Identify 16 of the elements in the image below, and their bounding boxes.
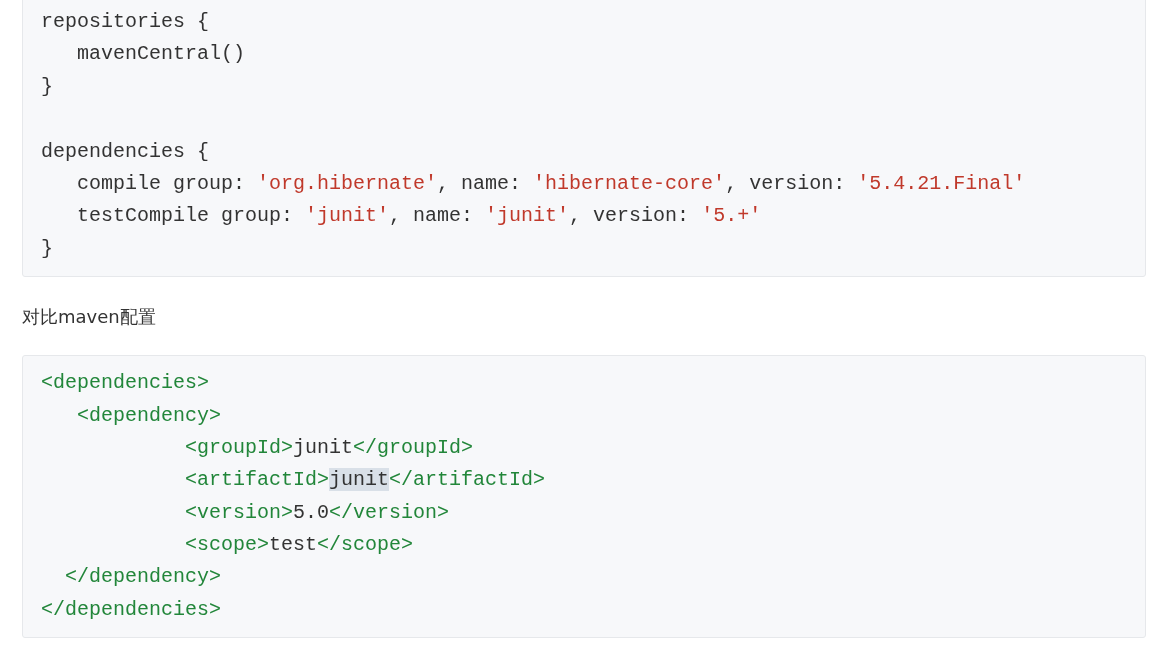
code-line: <artifactId>junit</artifactId> [184,467,546,494]
code-line: compile group: 'org.hibernate', name: 'hibernate-core', version: '5.4.21.Final' [76,170,1026,197]
code-line: mavenCentral() [76,41,246,68]
code-line: <groupId>junit</groupId> [184,434,474,461]
code-line: <dependencies> [41,370,210,397]
code-line: dependencies { [41,138,210,165]
code-line: } [41,73,53,100]
code-line: <dependency> [76,402,222,429]
code-line: <scope>test</scope> [184,532,414,559]
code-line: </dependencies> [41,596,222,623]
code-line: </dependency> [64,564,222,591]
code-line: testCompile group: 'junit', name: 'junit', version: '5.+' [76,203,762,230]
code-line: } [41,235,53,262]
code-line: repositories { [41,9,210,35]
code-line: <version>5.0</version> [184,499,450,526]
paragraph-text: 对比maven配置 [22,305,156,330]
